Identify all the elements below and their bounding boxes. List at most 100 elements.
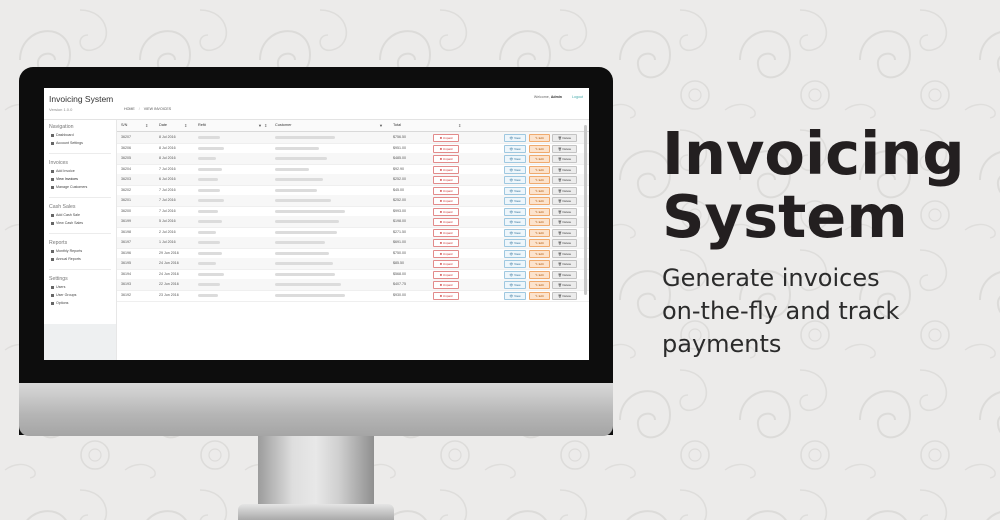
- edit-button[interactable]: ✎ Edit: [529, 249, 550, 258]
- list-icon: [51, 221, 54, 225]
- cell-sn: 36204: [121, 166, 131, 171]
- users-icon: [51, 185, 54, 189]
- edit-button[interactable]: ✎ Edit: [529, 186, 550, 195]
- edit-button[interactable]: ✎ Edit: [529, 197, 550, 205]
- view-button[interactable]: 👁 View: [504, 281, 526, 289]
- cell-ref-redacted: [198, 283, 220, 286]
- cell-ref-redacted: [198, 241, 220, 244]
- view-button[interactable]: 👁 View: [504, 270, 526, 279]
- delete-button[interactable]: 🗑 Delete: [552, 155, 577, 163]
- delete-button[interactable]: 🗑 Delete: [552, 249, 577, 258]
- breadcrumb-home[interactable]: HOME: [124, 107, 135, 111]
- filter-ref-icon[interactable]: ▼: [258, 120, 262, 131]
- sidebar-item-user-groups[interactable]: User Groups: [51, 293, 76, 297]
- sort-sn-icon[interactable]: ⇕: [145, 120, 148, 131]
- cell-sn: 36192: [121, 292, 131, 297]
- cell-date: 24 Jun 2016: [159, 261, 179, 265]
- sort-date-icon[interactable]: ⇕: [184, 120, 187, 131]
- column-header-total[interactable]: Total: [393, 120, 401, 131]
- view-button[interactable]: 👁 View: [504, 134, 526, 142]
- edit-button[interactable]: ✎ Edit: [529, 134, 550, 142]
- edit-button[interactable]: ✎ Edit: [529, 270, 550, 279]
- view-button[interactable]: 👁 View: [504, 291, 526, 300]
- edit-button[interactable]: ✎ Edit: [529, 155, 550, 163]
- delete-button[interactable]: 🗑 Delete: [552, 134, 577, 142]
- edit-button[interactable]: ✎ Edit: [529, 218, 550, 226]
- delete-button[interactable]: 🗑 Delete: [552, 186, 577, 195]
- delete-button[interactable]: 🗑 Delete: [552, 281, 577, 289]
- sidebar-section-title: Cash Sales: [49, 204, 76, 210]
- delete-button[interactable]: 🗑 Delete: [552, 176, 577, 184]
- column-header-date[interactable]: Date: [159, 120, 167, 131]
- sidebar-item-monthly-reports[interactable]: Monthly Reports: [51, 249, 82, 253]
- edit-button[interactable]: ✎ Edit: [529, 176, 550, 184]
- home-icon: [51, 133, 54, 137]
- cell-customer-redacted: [275, 209, 345, 213]
- cell-customer-redacted: [275, 188, 317, 192]
- sort-total-icon[interactable]: ⇕: [458, 120, 461, 131]
- view-button[interactable]: 👁 View: [504, 144, 526, 153]
- cell-sn: 36194: [121, 271, 131, 276]
- sidebar-item-account-settings[interactable]: Account Settings: [51, 141, 83, 145]
- cell-total: $750.00: [393, 250, 406, 255]
- delete-button[interactable]: 🗑 Delete: [552, 165, 577, 174]
- edit-button[interactable]: ✎ Edit: [529, 260, 550, 268]
- sidebar-item-view-cash-sales[interactable]: View Cash Sales: [51, 221, 83, 225]
- edit-button[interactable]: ✎ Edit: [529, 291, 550, 300]
- filter-customer-icon[interactable]: ▼: [379, 120, 383, 131]
- file-icon: [51, 249, 54, 253]
- column-header-sn[interactable]: S/N: [121, 120, 127, 131]
- delete-button[interactable]: 🗑 Delete: [552, 260, 577, 268]
- sidebar-item-label: Add Invoice: [56, 169, 75, 173]
- column-header-ref[interactable]: Ref#: [198, 120, 206, 131]
- sidebar-item-view-invoices[interactable]: View Invoices: [51, 177, 78, 181]
- delete-button[interactable]: 🗑 Delete: [552, 218, 577, 226]
- table-scrollbar[interactable]: [584, 125, 587, 295]
- view-button[interactable]: 👁 View: [504, 165, 526, 174]
- view-button[interactable]: 👁 View: [504, 186, 526, 195]
- view-button[interactable]: 👁 View: [504, 239, 526, 247]
- view-button[interactable]: 👁 View: [504, 176, 526, 184]
- cell-sn: 36200: [121, 208, 131, 213]
- status-unpaid-badge: ✖ Unpaid: [433, 291, 459, 300]
- sidebar-item-manage-customers[interactable]: Manage Customers: [51, 185, 87, 189]
- sidebar-item-add-invoice[interactable]: Add Invoice: [51, 169, 75, 173]
- delete-button[interactable]: 🗑 Delete: [552, 228, 577, 237]
- view-button[interactable]: 👁 View: [504, 249, 526, 258]
- delete-button[interactable]: 🗑 Delete: [552, 291, 577, 300]
- cell-ref-redacted: [198, 220, 222, 223]
- cell-customer-redacted: [275, 293, 345, 297]
- sort-ref-icon[interactable]: ⇕: [264, 120, 267, 131]
- table-row[interactable]: 36192 23 Jun 2016 $930.00 ✖ Unpaid 👁 View ✎ E…: [117, 290, 589, 302]
- sidebar-divider: [49, 197, 111, 198]
- view-button[interactable]: 👁 View: [504, 155, 526, 163]
- column-header-customer[interactable]: Customer: [275, 120, 291, 131]
- view-button[interactable]: 👁 View: [504, 228, 526, 237]
- edit-button[interactable]: ✎ Edit: [529, 228, 550, 237]
- view-button[interactable]: 👁 View: [504, 207, 526, 216]
- cell-date: 24 Jun 2016: [159, 271, 179, 276]
- delete-button[interactable]: 🗑 Delete: [552, 207, 577, 216]
- cell-date: 23 Jun 2016: [159, 292, 179, 297]
- edit-button[interactable]: ✎ Edit: [529, 239, 550, 247]
- delete-button[interactable]: 🗑 Delete: [552, 270, 577, 279]
- sidebar-item-options[interactable]: Options: [51, 301, 68, 305]
- delete-button[interactable]: 🗑 Delete: [552, 239, 577, 247]
- edit-button[interactable]: ✎ Edit: [529, 281, 550, 289]
- logout-link[interactable]: Logout: [572, 95, 583, 99]
- sidebar-item-annual-reports[interactable]: Annual Reports: [51, 257, 81, 261]
- sidebar-item-add-cash-sale[interactable]: Add Cash Sale: [51, 213, 80, 217]
- edit-button[interactable]: ✎ Edit: [529, 144, 550, 153]
- edit-button[interactable]: ✎ Edit: [529, 207, 550, 216]
- view-button[interactable]: 👁 View: [504, 260, 526, 268]
- cell-customer-redacted: [275, 283, 341, 286]
- sidebar-section-title: Navigation: [49, 124, 74, 130]
- delete-button[interactable]: 🗑 Delete: [552, 144, 577, 153]
- view-button[interactable]: 👁 View: [504, 218, 526, 226]
- view-button[interactable]: 👁 View: [504, 197, 526, 205]
- sidebar-item-dashboard[interactable]: Dashboard: [51, 133, 74, 137]
- delete-button[interactable]: 🗑 Delete: [552, 197, 577, 205]
- sidebar-item-users[interactable]: Users: [51, 285, 65, 289]
- monitor-stand: [258, 436, 374, 514]
- edit-button[interactable]: ✎ Edit: [529, 165, 550, 174]
